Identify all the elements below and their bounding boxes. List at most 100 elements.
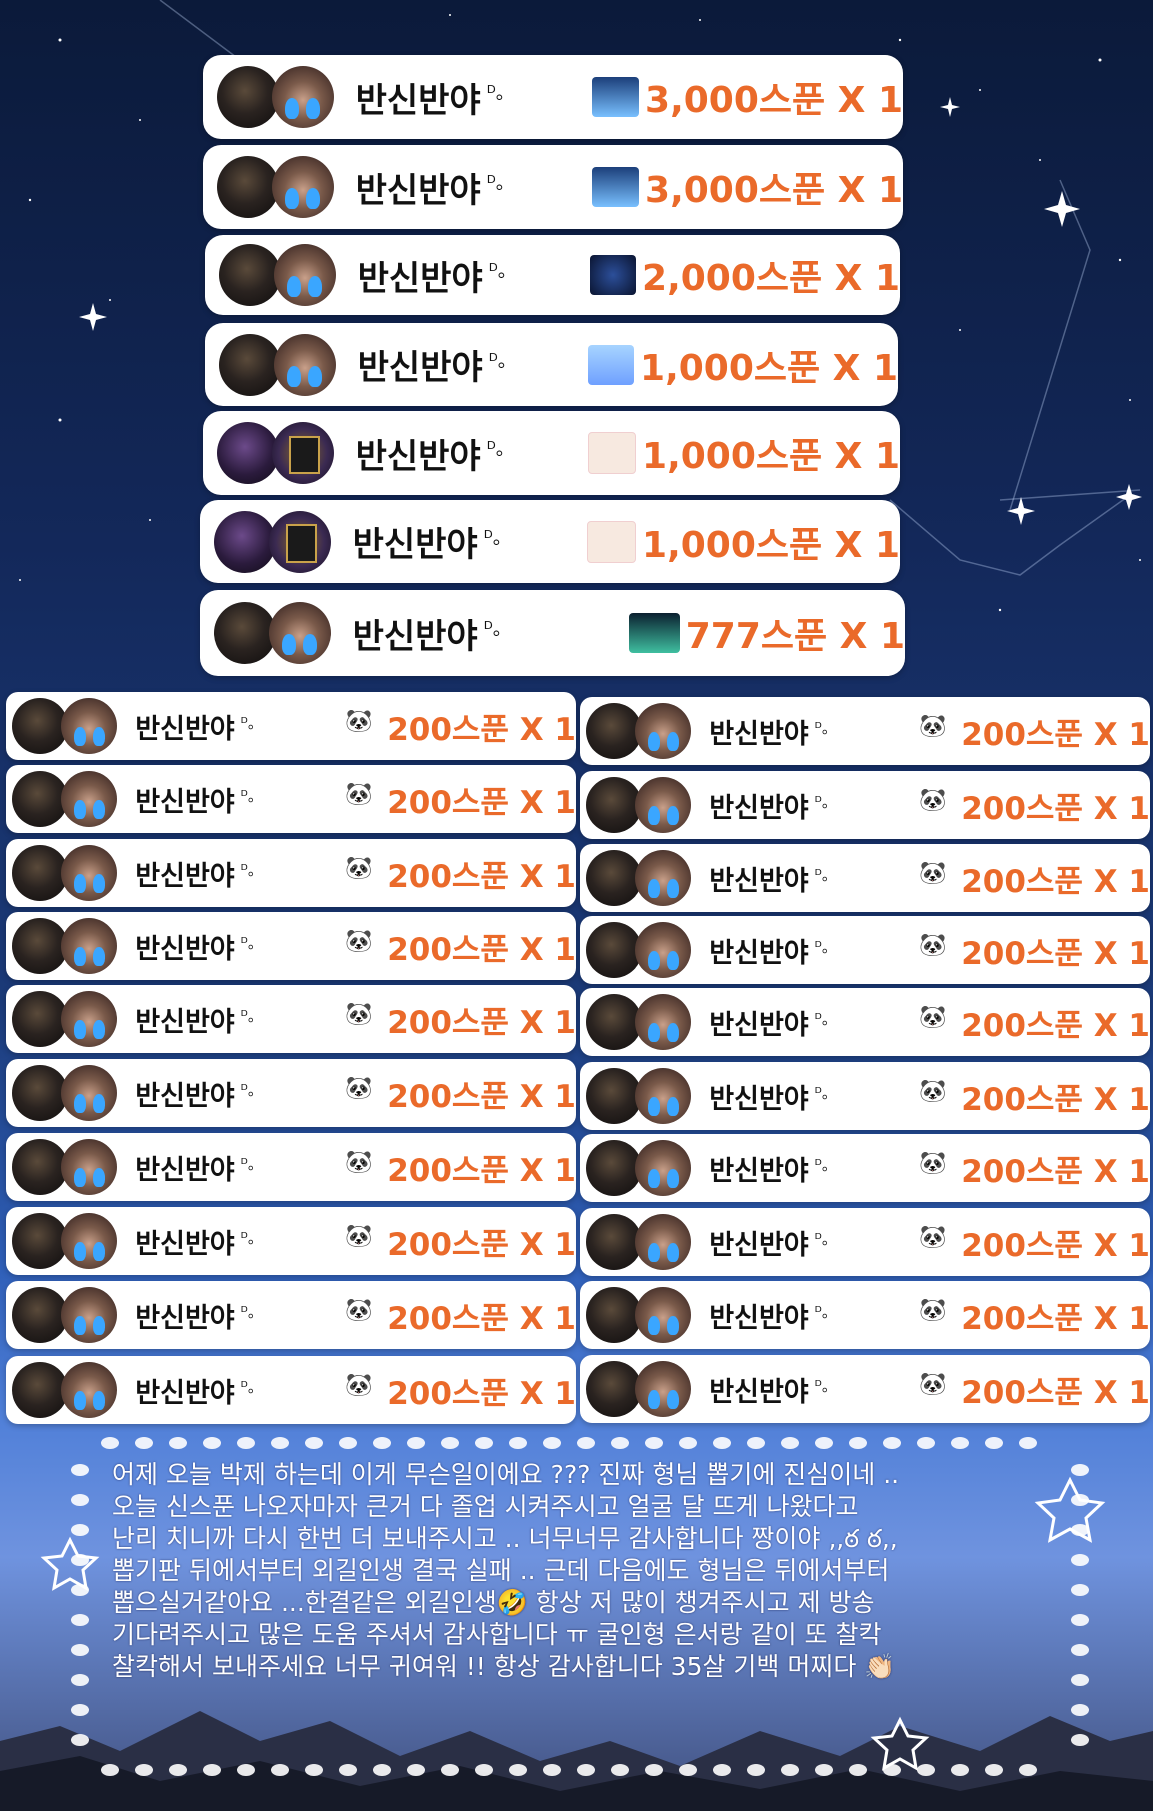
donor-avatars <box>214 510 331 573</box>
donation-amount: 200스푼 X 1 <box>387 1226 576 1263</box>
donor-avatars <box>586 1361 692 1417</box>
donor-name-text: 반신반야 <box>135 1154 235 1186</box>
donor-name: 반신반야 ᴰ。 <box>709 859 897 898</box>
tear-icon <box>92 727 105 747</box>
donation-amount: 200스푼 X 1 <box>387 1375 576 1412</box>
donation-card: 반신반야 ᴰ。 🐼 200스푼 X 1 <box>580 697 1150 765</box>
donation-card: 반신반야 ᴰ。 🐼 200스푼 X 1 <box>6 985 576 1053</box>
donor-avatar <box>12 918 68 974</box>
donation-amount: 1,000스푼 X 1 <box>640 347 898 389</box>
tear-icon <box>92 1020 105 1040</box>
light-dot <box>203 1764 221 1776</box>
donor-avatar <box>217 156 279 218</box>
donor-name: 반신반야 ᴰ。 <box>353 609 567 658</box>
donor-name-text: 반신반야 <box>709 1302 809 1334</box>
light-dot <box>71 1494 89 1506</box>
donor-name: 반신반야 ᴰ。 <box>358 251 552 300</box>
donor-avatar-secondary <box>635 1214 692 1270</box>
donor-name-text: 반신반야 <box>709 792 809 824</box>
light-dot <box>747 1764 765 1776</box>
donor-suffix: ᴰ。 <box>240 786 263 805</box>
donor-name-text: 반신반야 <box>357 258 483 299</box>
light-dot <box>169 1437 187 1449</box>
donor-suffix: ᴰ。 <box>814 1009 837 1028</box>
donor-name-text: 반신반야 <box>709 1155 809 1187</box>
light-dot <box>271 1437 289 1449</box>
donor-avatar-secondary <box>635 922 692 978</box>
donor-avatar <box>214 510 276 573</box>
donation-amount: 2,000스푼 X 1 <box>642 258 900 299</box>
light-dot <box>815 1764 833 1776</box>
tear-icon <box>666 1097 679 1117</box>
donation-amount: 3,000스푼 X 1 <box>645 80 903 121</box>
donor-avatar <box>586 850 642 906</box>
donor-avatars <box>219 333 336 396</box>
panda-gift-icon: 🐼 <box>345 1226 374 1256</box>
donation-amount: 200스푼 X 1 <box>387 1004 576 1041</box>
donor-avatars <box>12 845 118 901</box>
donation-amount: 200스푼 X 1 <box>961 1300 1150 1337</box>
light-dot <box>849 1764 867 1776</box>
donation-card: 반신반야 ᴰ。 2,000스푼 X 1 <box>205 235 900 315</box>
donor-avatar-secondary <box>61 698 118 754</box>
donation-amount: 200스푼 X 1 <box>961 1007 1150 1044</box>
donor-name-text: 반신반야 <box>135 713 235 745</box>
tear-icon <box>73 1316 86 1336</box>
donor-avatar <box>12 698 68 754</box>
donation-card: 반신반야 ᴰ。 3,000스푼 X 1 <box>203 55 903 139</box>
donor-avatar <box>586 1214 642 1270</box>
donation-amount: 200스푼 X 1 <box>387 1300 576 1337</box>
light-dot <box>135 1764 153 1776</box>
donor-name-text: 반신반야 <box>135 1228 235 1260</box>
donation-card: 반신반야 ᴰ。 🐼 200스푼 X 1 <box>580 1134 1150 1202</box>
donor-avatar-secondary <box>61 1287 118 1343</box>
light-dot <box>305 1764 323 1776</box>
message-line: 어제 오늘 박제 하는데 이게 무슨일이에요 ??? 진짜 형님 뽑기에 진심이… <box>112 1460 900 1489</box>
donor-suffix: ᴰ。 <box>814 1302 837 1321</box>
donor-avatars <box>12 1139 118 1195</box>
light-dot <box>543 1437 561 1449</box>
donor-name: 반신반야 ᴰ。 <box>135 1296 323 1335</box>
light-dot <box>407 1764 425 1776</box>
light-dot <box>679 1437 697 1449</box>
donation-amount: 200스푼 X 1 <box>961 1227 1150 1264</box>
tear-icon <box>647 1316 660 1336</box>
donation-amount: 3,000스푼 X 1 <box>645 170 903 211</box>
donor-name-text: 반신반야 <box>355 80 481 121</box>
panda-gift-icon: 🐼 <box>345 858 374 888</box>
tear-icon <box>306 98 320 120</box>
tear-icon <box>308 365 322 387</box>
light-dot <box>951 1437 969 1449</box>
light-dot <box>611 1437 629 1449</box>
donor-name-text: 반신반야 <box>709 718 809 750</box>
donation-amount: 200스푼 X 1 <box>961 935 1150 972</box>
tear-icon <box>73 800 86 820</box>
panda-gift-icon: 🐼 <box>919 1227 948 1257</box>
light-dot <box>475 1764 493 1776</box>
panda-gift-icon: 🐼 <box>919 935 948 965</box>
donor-suffix: ᴰ。 <box>488 261 517 283</box>
donation-amount: 200스푼 X 1 <box>387 1152 576 1189</box>
donation-amount: 200스푼 X 1 <box>961 716 1150 753</box>
tear-icon <box>287 276 301 298</box>
panda-gift-icon: 🐼 <box>919 1300 948 1330</box>
donor-name: 반신반야 ᴰ。 <box>353 517 550 566</box>
donor-name: 반신반야 ᴰ。 <box>709 712 897 751</box>
light-dot <box>849 1437 867 1449</box>
light-dot <box>645 1764 663 1776</box>
donor-name-text: 반신반야 <box>135 1080 235 1112</box>
light-dot <box>577 1437 595 1449</box>
message-line: 오늘 신스푼 나오자마자 큰거 다 졸업 시켜주시고 얼굴 달 뜨게 나왔다고 <box>112 1492 859 1521</box>
panda-gift-icon: 🐼 <box>919 863 948 893</box>
gift-1000b-icon <box>588 432 637 474</box>
donor-name-text: 반신반야 <box>709 1009 809 1041</box>
donor-name-text: 반신반야 <box>709 1376 809 1408</box>
light-dot <box>781 1437 799 1449</box>
panda-gift-icon: 🐼 <box>345 931 374 961</box>
donor-name: 반신반야 ᴰ。 <box>709 1296 897 1335</box>
donation-amount: 200스푼 X 1 <box>387 711 576 748</box>
donor-suffix: ᴰ。 <box>814 1376 837 1395</box>
light-dot <box>101 1437 119 1449</box>
donor-suffix: ᴰ。 <box>814 1083 837 1102</box>
donor-suffix: ᴰ。 <box>814 792 837 811</box>
